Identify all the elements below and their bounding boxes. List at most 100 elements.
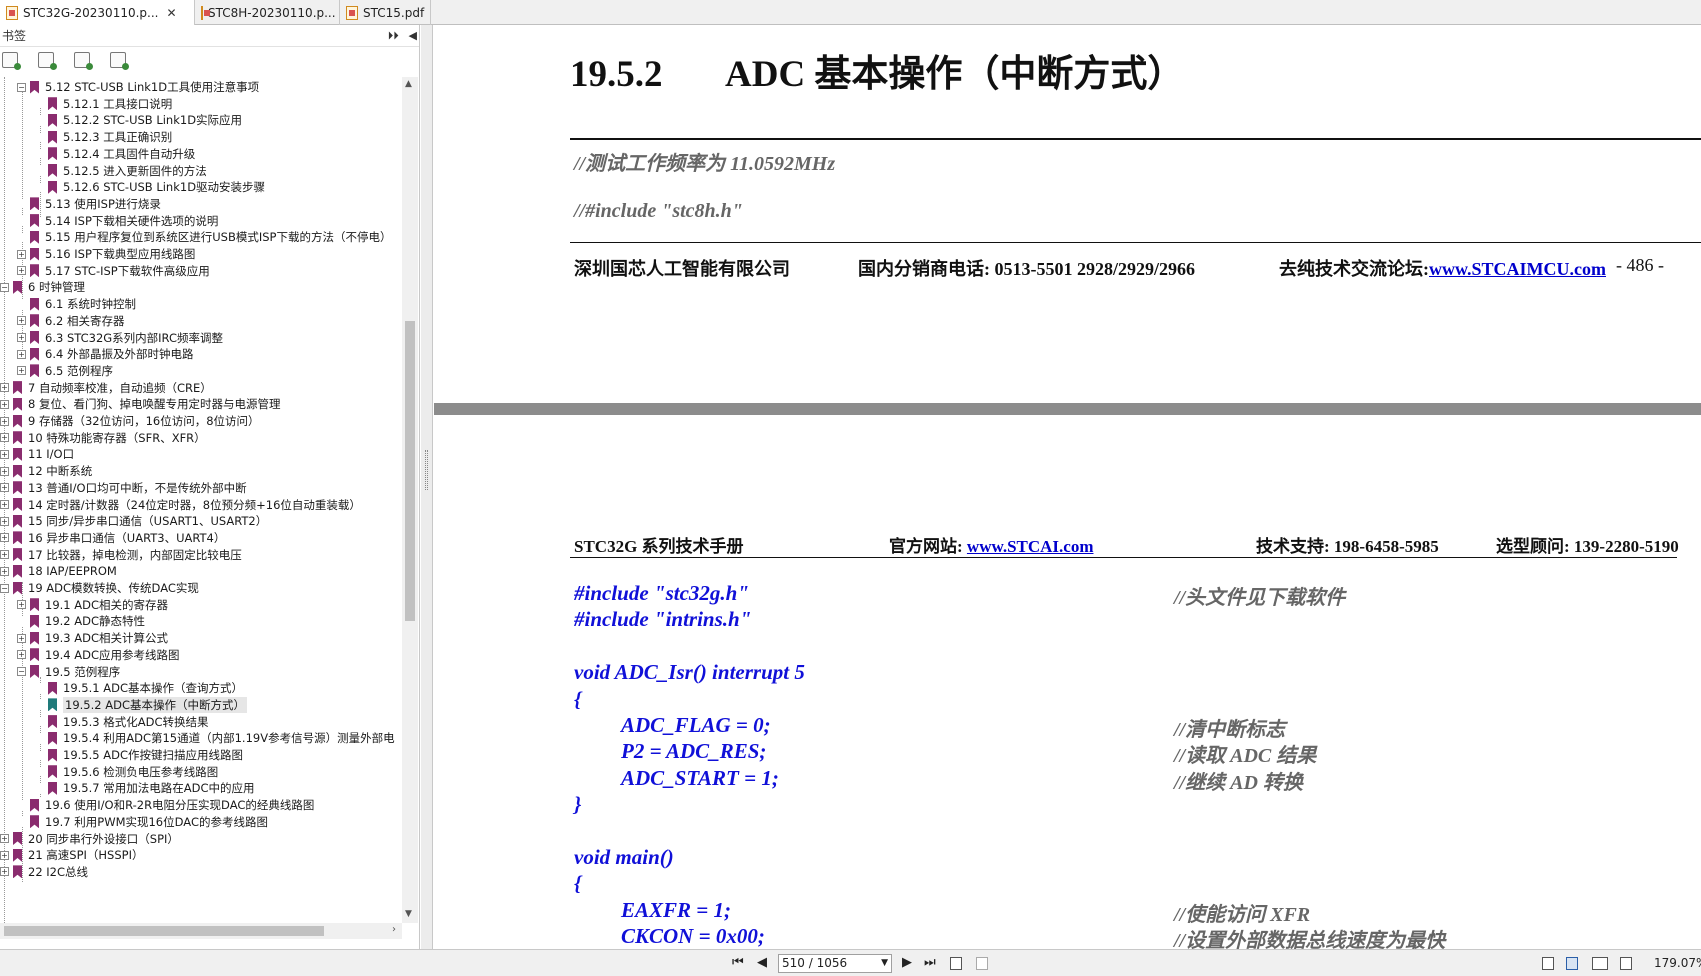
bookmark-item[interactable]: +17 比较器，掉电检测，内部固定比较电压 (0, 546, 242, 564)
expand-icon[interactable]: + (17, 316, 26, 326)
tab-2[interactable]: STC8H-20230110.p... (195, 0, 340, 25)
expand-icon[interactable]: + (0, 483, 9, 493)
expand-icon[interactable]: + (0, 416, 9, 426)
bookmark-item[interactable]: 5.12.3 工具正确识别 (35, 128, 172, 146)
first-page-icon[interactable]: ⏮ (732, 955, 744, 970)
bookmark-item[interactable]: 5.12.6 STC-USB Link1D驱动安装步骤 (35, 178, 265, 196)
bookmark-item[interactable]: +19.4 ADC应用参考线路图 (17, 646, 180, 664)
expand-icon[interactable]: + (0, 566, 9, 576)
bookmark-tool-3-icon[interactable] (74, 52, 93, 70)
bookmark-item[interactable]: 5.14 ISP下载相关硬件选项的说明 (17, 212, 218, 230)
expand-icon[interactable]: + (0, 533, 9, 543)
bookmark-tool-2-icon[interactable] (38, 52, 57, 70)
bookmark-item[interactable]: 19.5.4 利用ADC第15通道（内部1.19V参考信号源）测量外部电 (35, 729, 395, 747)
collapse-icon[interactable]: − (17, 82, 26, 92)
hscroll-thumb[interactable] (4, 926, 324, 936)
bookmark-item[interactable]: +19.1 ADC相关的寄存器 (17, 596, 168, 614)
bookmark-item[interactable]: 19.5.5 ADC作按键扫描应用线路图 (35, 746, 243, 764)
bookmark-item[interactable]: − 6 时钟管理 (0, 278, 85, 296)
bookmark-item[interactable]: +20 同步串行外设接口（SPI） (0, 830, 179, 848)
collapse-icon[interactable]: − (0, 583, 9, 593)
expand-icon[interactable]: + (0, 550, 9, 560)
expand-icon[interactable]: + (0, 399, 9, 409)
expand-icon[interactable]: + (0, 466, 9, 476)
tab-1[interactable]: STC32G-20230110.p... ✕ (0, 0, 195, 25)
bookmark-item[interactable]: +13 普通I/O口均可中断，不是传统外部中断 (0, 479, 247, 497)
expand-icon[interactable]: + (0, 449, 9, 459)
expand-icon[interactable]: + (0, 867, 9, 877)
collapse-icon[interactable]: − (0, 282, 9, 292)
bookmark-item[interactable]: +6.4 外部晶振及外部时钟电路 (17, 345, 193, 363)
forward-view-icon[interactable] (976, 957, 988, 970)
bookmark-item[interactable]: +11 I/O口 (0, 445, 74, 463)
expand-icon[interactable]: + (17, 633, 26, 643)
bookmark-item[interactable]: +6.5 范例程序 (17, 362, 113, 380)
sidebar-vertical-scrollbar[interactable]: ▲ ▼ (402, 77, 418, 923)
expand-icon[interactable]: + (17, 600, 26, 610)
bookmark-item[interactable]: 5.13 使用ISP进行烧录 (17, 195, 161, 213)
bookmark-item[interactable]: 5.12.2 STC-USB Link1D实际应用 (35, 111, 242, 129)
expand-icon[interactable]: + (0, 850, 9, 860)
expand-icon[interactable]: + (0, 383, 9, 393)
sidebar-float-icon[interactable]: ⏵⏵ (388, 29, 399, 42)
bookmark-item[interactable]: 5.15 用户程序复位到系统区进行USB模式ISP下载的方法（不停电） (17, 228, 392, 246)
bookmark-item[interactable]: +12 中断系统 (0, 462, 92, 480)
footer-forum-link[interactable]: www.STCAIMCU.com (1429, 259, 1606, 279)
expand-icon[interactable]: + (17, 249, 26, 259)
tab-3[interactable]: STC15.pdf (340, 0, 432, 25)
bookmark-item[interactable]: +5.17 STC-ISP下载软件高级应用 (17, 262, 210, 280)
expand-icon[interactable]: + (17, 650, 26, 660)
last-page-icon[interactable]: ⏭ (924, 955, 936, 970)
book-view-icon[interactable] (1620, 957, 1632, 970)
sidebar-collapse-icon[interactable]: ◀ (409, 29, 417, 42)
expand-icon[interactable]: + (17, 366, 26, 376)
expand-icon[interactable]: + (0, 834, 9, 843)
bookmark-item[interactable]: 19.5.2 ADC基本操作（中断方式） (35, 696, 247, 714)
bookmark-item[interactable]: 5.12.5 进入更新固件的方法 (35, 162, 207, 180)
document-view[interactable]: 19.5.2 ADC 基本操作（中断方式） //测试工作频率为 11.0592MH… (434, 25, 1701, 949)
chevron-down-icon[interactable]: ▼ (881, 955, 888, 972)
bookmark-item[interactable]: +18 IAP/EEPROM (0, 562, 117, 580)
scroll-down-icon[interactable]: ▼ (405, 909, 412, 919)
bookmark-item[interactable]: − 19.5 范例程序 (17, 663, 120, 681)
bookmark-item[interactable]: +21 高速SPI（HSSPI） (0, 846, 144, 864)
expand-icon[interactable]: + (0, 516, 9, 526)
bookmark-item[interactable]: 19.7 利用PWM实现16位DAC的参考线路图 (17, 813, 268, 831)
continuous-view-icon[interactable] (1566, 957, 1578, 970)
scroll-thumb[interactable] (405, 321, 415, 621)
bookmark-item[interactable]: 19.2 ADC静态特性 (17, 612, 145, 630)
bookmark-item[interactable]: +15 同步/异步串口通信（USART1、USART2） (0, 512, 267, 530)
pane-splitter[interactable] (421, 25, 433, 949)
bookmark-item[interactable]: 5.12.4 工具固件自动升级 (35, 145, 195, 163)
bookmark-item[interactable]: 19.5.3 格式化ADC转换结果 (35, 713, 208, 731)
header-site-link[interactable]: www.STCAI.com (967, 537, 1094, 556)
page-number-input[interactable]: 510 / 1056 ▼ (778, 954, 892, 973)
bookmark-item[interactable]: +22 I2C总线 (0, 863, 88, 881)
zoom-level[interactable]: 179.07% (1654, 956, 1701, 970)
bookmark-item[interactable]: +6.3 STC32G系列内部IRC频率调整 (17, 329, 223, 347)
bookmark-item[interactable]: 19.6 使用I/O和R-2R电阻分压实现DAC的经典线路图 (17, 796, 314, 814)
bookmark-item[interactable]: 6.1 系统时钟控制 (17, 295, 136, 313)
bookmark-item[interactable]: − 5.12 STC-USB Link1D工具使用注意事项 (17, 78, 259, 96)
bookmark-item[interactable]: +14 定时器/计数器（24位定时器，8位预分频+16位自动重装载） (0, 496, 361, 514)
bookmark-item[interactable]: +16 异步串口通信（UART3、UART4） (0, 529, 225, 547)
expand-icon[interactable]: + (17, 266, 26, 276)
next-page-icon[interactable]: ▶ (902, 955, 912, 970)
bookmark-item[interactable]: +19.3 ADC相关计算公式 (17, 629, 168, 647)
back-view-icon[interactable] (950, 957, 962, 970)
bookmark-item[interactable]: +8 复位、看门狗、掉电唤醒专用定时器与电源管理 (0, 395, 280, 413)
bookmark-item[interactable]: 19.5.6 检测负电压参考线路图 (35, 763, 218, 781)
bookmark-tool-1-icon[interactable] (2, 52, 21, 70)
bookmark-item[interactable]: − 19 ADC模数转换、传统DAC实现 (0, 579, 199, 597)
bookmark-tool-4-icon[interactable] (110, 52, 129, 70)
bookmark-item[interactable]: +5.16 ISP下载典型应用线路图 (17, 245, 195, 263)
sidebar-horizontal-scrollbar[interactable]: › (0, 923, 402, 939)
close-icon[interactable]: ✕ (166, 6, 176, 20)
bookmark-item[interactable]: 5.12.1 工具接口说明 (35, 95, 172, 113)
expand-icon[interactable]: + (0, 433, 9, 443)
bookmark-item[interactable]: +6.2 相关寄存器 (17, 312, 124, 330)
bookmark-item[interactable]: +7 自动频率校准，自动追频（CRE） (0, 379, 212, 397)
bookmark-item[interactable]: 19.5.7 常用加法电路在ADC中的应用 (35, 779, 254, 797)
expand-icon[interactable]: + (17, 333, 26, 342)
expand-icon[interactable]: + (17, 349, 26, 359)
